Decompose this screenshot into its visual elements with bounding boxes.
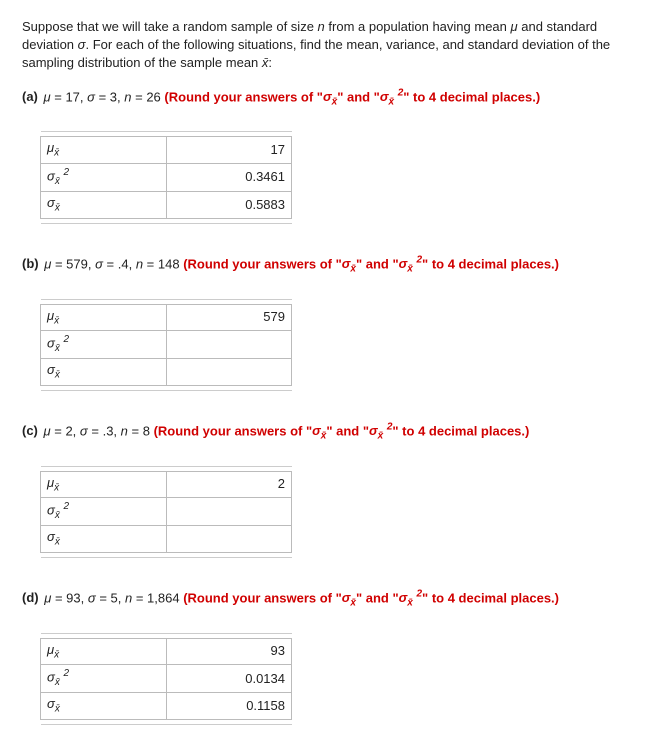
row-label-sd: σx̄ (41, 693, 167, 720)
part-b-table: μx̄ 579 σx̄ 2 σx̄ (40, 295, 292, 395)
table-row: σx̄ 2 0.3461 (41, 164, 292, 192)
round-open: (Round your answers of " (183, 256, 342, 271)
part-d-label: (d) (22, 590, 39, 605)
part-b-label: (b) (22, 256, 39, 271)
row-label-variance: σx̄ 2 (41, 665, 167, 693)
part-b-mean-value[interactable]: 579 (166, 304, 292, 331)
round-var: σx̄ 2 (399, 590, 422, 605)
round-close: " to 4 decimal places.) (422, 256, 559, 271)
part-c-variance-value[interactable] (166, 498, 292, 526)
intro-n: n (318, 19, 325, 34)
row-label-variance: σx̄ 2 (41, 164, 167, 192)
part-c-mean-value[interactable]: 2 (166, 471, 292, 498)
row-label-mean: μx̄ (41, 638, 167, 665)
part-b-round-note: (Round your answers of "σx̄" and "σx̄ 2"… (183, 256, 559, 271)
round-var: σx̄ 2 (380, 89, 403, 104)
round-var: σx̄ 2 (369, 423, 392, 438)
table-row: σx̄ 2 (41, 498, 292, 526)
row-label-sd: σx̄ (41, 359, 167, 386)
part-b-given: μ = 579, σ = .4, n = 148 (44, 256, 179, 271)
round-var: σx̄ 2 (399, 256, 422, 271)
row-label-mean: μx̄ (41, 471, 167, 498)
table-row: σx̄ 0.5883 (41, 192, 292, 219)
round-open: (Round your answers of " (164, 89, 323, 104)
part-a-label: (a) (22, 89, 38, 104)
round-close: " to 4 decimal places.) (403, 89, 540, 104)
row-label-mean: μx̄ (41, 304, 167, 331)
part-c-given: μ = 2, σ = .3, n = 8 (44, 423, 150, 438)
part-c-table: μx̄ 2 σx̄ 2 σx̄ (40, 462, 292, 562)
part-d-given: μ = 93, σ = 5, n = 1,864 (44, 590, 179, 605)
part-c-round-note: (Round your answers of "σx̄" and "σx̄ 2"… (154, 423, 530, 438)
row-label-variance: σx̄ 2 (41, 331, 167, 359)
round-mid: " and " (356, 256, 399, 271)
table-row: σx̄ 2 0.0134 (41, 665, 292, 693)
table-row: σx̄ 2 (41, 331, 292, 359)
part-c-sd-value[interactable] (166, 526, 292, 553)
table-row: σx̄ (41, 526, 292, 553)
row-label-variance: σx̄ 2 (41, 498, 167, 526)
round-mid: " and " (326, 423, 369, 438)
part-b-sd-value[interactable] (166, 359, 292, 386)
part-d-sd-value[interactable]: 0.1158 (166, 693, 292, 720)
round-sd: σx̄ (342, 590, 356, 605)
round-open: (Round your answers of " (183, 590, 342, 605)
part-a-round-note: (Round your answers of "σx̄" and "σx̄ 2"… (164, 89, 540, 104)
part-c-label: (c) (22, 423, 38, 438)
intro-colon: : (268, 55, 272, 70)
table-row: σx̄ (41, 359, 292, 386)
part-a-sd-value[interactable]: 0.5883 (166, 192, 292, 219)
part-a-given: μ = 17, σ = 3, n = 26 (44, 89, 161, 104)
intro-text-2: from a population having mean (325, 19, 511, 34)
part-d-table: μx̄ 93 σx̄ 2 0.0134 σx̄ 0.1158 (40, 629, 292, 729)
round-sd: σx̄ (323, 89, 337, 104)
round-sd: σx̄ (342, 256, 356, 271)
intro-sigma: σ (78, 37, 86, 52)
row-label-sd: σx̄ (41, 192, 167, 219)
round-sd: σx̄ (312, 423, 326, 438)
part-d-round-note: (Round your answers of "σx̄" and "σx̄ 2"… (183, 590, 559, 605)
table-row: μx̄ 93 (41, 638, 292, 665)
table-row: μx̄ 579 (41, 304, 292, 331)
table-row: σx̄ 0.1158 (41, 693, 292, 720)
intro-mu: μ (511, 19, 518, 34)
intro-text-4: . For each of the following situations, … (22, 37, 610, 70)
part-d-variance-value[interactable]: 0.0134 (166, 665, 292, 693)
round-mid: " and " (356, 590, 399, 605)
part-b-variance-value[interactable] (166, 331, 292, 359)
row-label-sd: σx̄ (41, 526, 167, 553)
part-a: (a) μ = 17, σ = 3, n = 26 (Round your an… (22, 87, 627, 110)
part-d: (d) μ = 93, σ = 5, n = 1,864 (Round your… (22, 588, 627, 611)
problem-intro: Suppose that we will take a random sampl… (22, 18, 612, 73)
round-open: (Round your answers of " (154, 423, 313, 438)
part-a-mean-value[interactable]: 17 (166, 137, 292, 164)
part-a-table: μx̄ 17 σx̄ 2 0.3461 σx̄ 0.5883 (40, 127, 292, 227)
round-close: " to 4 decimal places.) (422, 590, 559, 605)
intro-text-1: Suppose that we will take a random sampl… (22, 19, 318, 34)
part-c: (c) μ = 2, σ = .3, n = 8 (Round your ans… (22, 421, 627, 444)
part-a-variance-value[interactable]: 0.3461 (166, 164, 292, 192)
part-d-mean-value[interactable]: 93 (166, 638, 292, 665)
table-row: μx̄ 2 (41, 471, 292, 498)
row-label-mean: μx̄ (41, 137, 167, 164)
round-close: " to 4 decimal places.) (392, 423, 529, 438)
part-b: (b) μ = 579, σ = .4, n = 148 (Round your… (22, 254, 627, 277)
table-row: μx̄ 17 (41, 137, 292, 164)
round-mid: " and " (337, 89, 380, 104)
